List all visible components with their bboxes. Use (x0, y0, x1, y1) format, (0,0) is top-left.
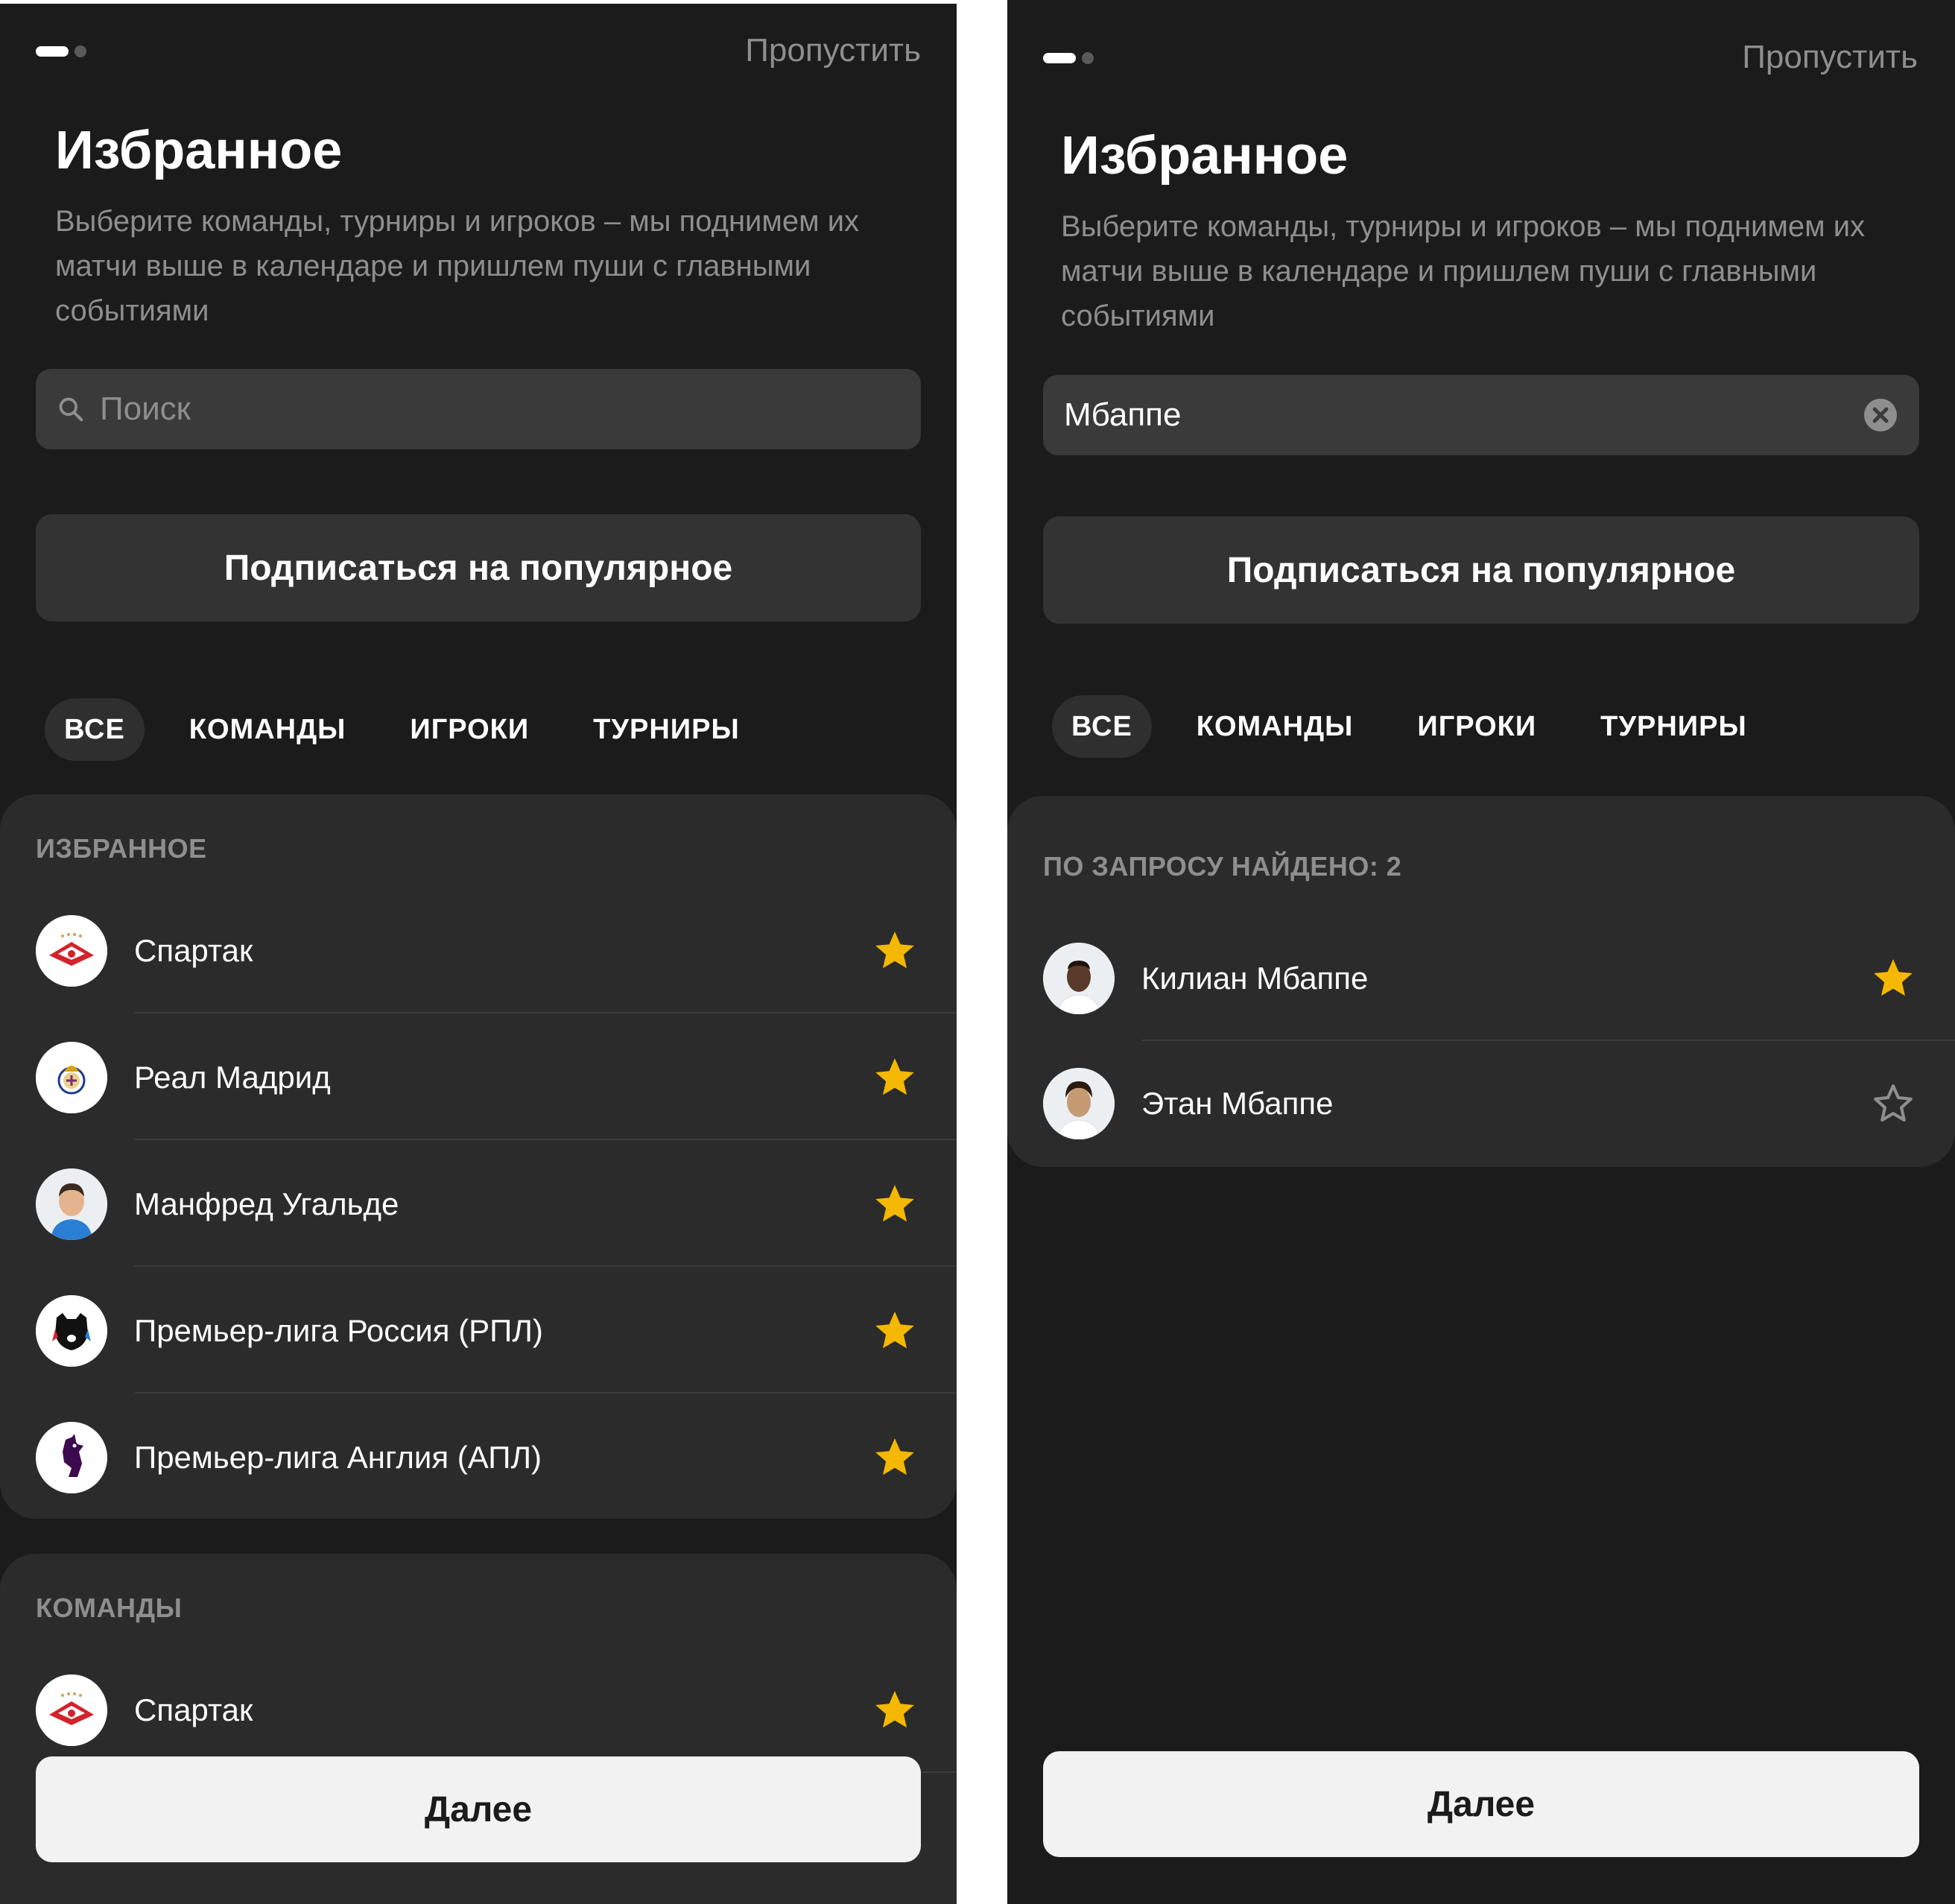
tab-players[interactable]: ИГРОКИ (1398, 695, 1556, 758)
search-icon (59, 397, 83, 422)
list-item[interactable]: Спартак (0, 888, 957, 1013)
page-indicator (1043, 52, 1094, 64)
skip-button[interactable]: Пропустить (745, 32, 921, 69)
item-name: Спартак (134, 1692, 253, 1727)
spartak-logo-icon (36, 1674, 107, 1746)
list-item[interactable]: Премьер-лига Англия (АПЛ) (0, 1395, 957, 1520)
page-indicator (36, 45, 86, 57)
tab-teams[interactable]: КОМАНДЫ (170, 698, 366, 761)
rpl-logo-icon (36, 1295, 107, 1367)
player-photo-icon (1043, 943, 1115, 1014)
epl-logo-icon (36, 1422, 107, 1493)
item-name: Спартак (134, 933, 253, 968)
tab-all[interactable]: ВСЕ (1052, 695, 1152, 758)
item-name: Реал Мадрид (134, 1060, 331, 1095)
tab-teams[interactable]: КОМАНДЫ (1177, 695, 1373, 758)
search-query: Мбаппе (1064, 396, 1182, 433)
filter-tabs: ВСЕ КОМАНДЫ ИГРОКИ ТУРНИРЫ (1052, 695, 1792, 758)
real-madrid-logo-icon (36, 1042, 107, 1113)
divider (134, 1012, 957, 1013)
page-dot (75, 45, 86, 57)
tab-tournaments[interactable]: ТУРНИРЫ (1581, 695, 1767, 758)
divider (134, 1139, 957, 1140)
screen-favorites-search: Пропустить Избранное Выберите команды, т… (1007, 0, 1955, 1904)
divider (134, 1392, 957, 1394)
search-placeholder: Поиск (100, 390, 191, 427)
list-item[interactable]: Килиан Мбаппе (1007, 916, 1955, 1041)
star-filled-icon[interactable] (872, 1435, 918, 1481)
tab-tournaments[interactable]: ТУРНИРЫ (574, 698, 759, 761)
skip-button[interactable]: Пропустить (1742, 39, 1918, 76)
page-subtitle: Выберите команды, турниры и игроков – мы… (1061, 210, 1866, 332)
tab-all[interactable]: ВСЕ (45, 698, 145, 761)
page-title: Избранное (1061, 126, 1349, 186)
search-input[interactable]: Мбаппе (1043, 375, 1919, 455)
player-photo-icon (36, 1168, 107, 1240)
spartak-logo-icon (36, 915, 107, 987)
search-results-card: ПО ЗАПРОСУ НАЙДЕНО: 2 Килиан Мбаппе Этан… (1007, 796, 1955, 1167)
next-button[interactable]: Далее (1043, 1751, 1919, 1857)
subscribe-popular-button[interactable]: Подписаться на популярное (1043, 516, 1919, 624)
section-label: КОМАНДЫ (36, 1593, 183, 1623)
next-button[interactable]: Далее (36, 1756, 921, 1862)
divider (134, 1265, 957, 1267)
section-label: ИЗБРАННОЕ (36, 833, 207, 864)
item-name: Килиан Мбаппе (1141, 961, 1369, 996)
page-subtitle: Выберите команды, турниры и игроков – мы… (55, 205, 860, 327)
star-filled-icon[interactable] (872, 1181, 918, 1227)
item-name: Премьер-лига Россия (РПЛ) (134, 1313, 543, 1348)
clear-icon[interactable] (1863, 397, 1898, 433)
results-count-label: ПО ЗАПРОСУ НАЙДЕНО: 2 (1043, 851, 1402, 882)
page-dot-active (1043, 53, 1076, 63)
page-title: Избранное (55, 121, 343, 180)
item-name: Этан Мбаппе (1141, 1086, 1334, 1121)
star-filled-icon[interactable] (872, 1054, 918, 1101)
search-input[interactable]: Поиск (36, 369, 921, 449)
favorites-card: ИЗБРАННОЕ Спартак Реал Мадрид Манфред Уг… (0, 794, 957, 1519)
list-item[interactable]: Манфред Угальде (0, 1142, 957, 1267)
page-dot (1082, 52, 1094, 64)
star-filled-icon[interactable] (1870, 955, 1916, 1002)
star-filled-icon[interactable] (872, 1308, 918, 1354)
subscribe-popular-button[interactable]: Подписаться на популярное (36, 514, 921, 622)
star-outline-icon[interactable] (1870, 1081, 1916, 1127)
list-item[interactable]: Реал Мадрид (0, 1015, 957, 1140)
item-name: Манфред Угальде (134, 1186, 399, 1221)
list-item[interactable]: Спартак (0, 1648, 957, 1773)
list-item[interactable]: Премьер-лига Россия (РПЛ) (0, 1268, 957, 1394)
list-item[interactable]: Этан Мбаппе (1007, 1041, 1955, 1166)
tab-players[interactable]: ИГРОКИ (390, 698, 548, 761)
screen-favorites: Пропустить Избранное Выберите команды, т… (0, 4, 957, 1904)
filter-tabs: ВСЕ КОМАНДЫ ИГРОКИ ТУРНИРЫ (45, 698, 785, 761)
page-dot-active (36, 46, 69, 57)
item-name: Премьер-лига Англия (АПЛ) (134, 1440, 542, 1475)
player-photo-icon (1043, 1068, 1115, 1139)
star-filled-icon[interactable] (872, 928, 918, 974)
star-filled-icon[interactable] (872, 1687, 918, 1733)
